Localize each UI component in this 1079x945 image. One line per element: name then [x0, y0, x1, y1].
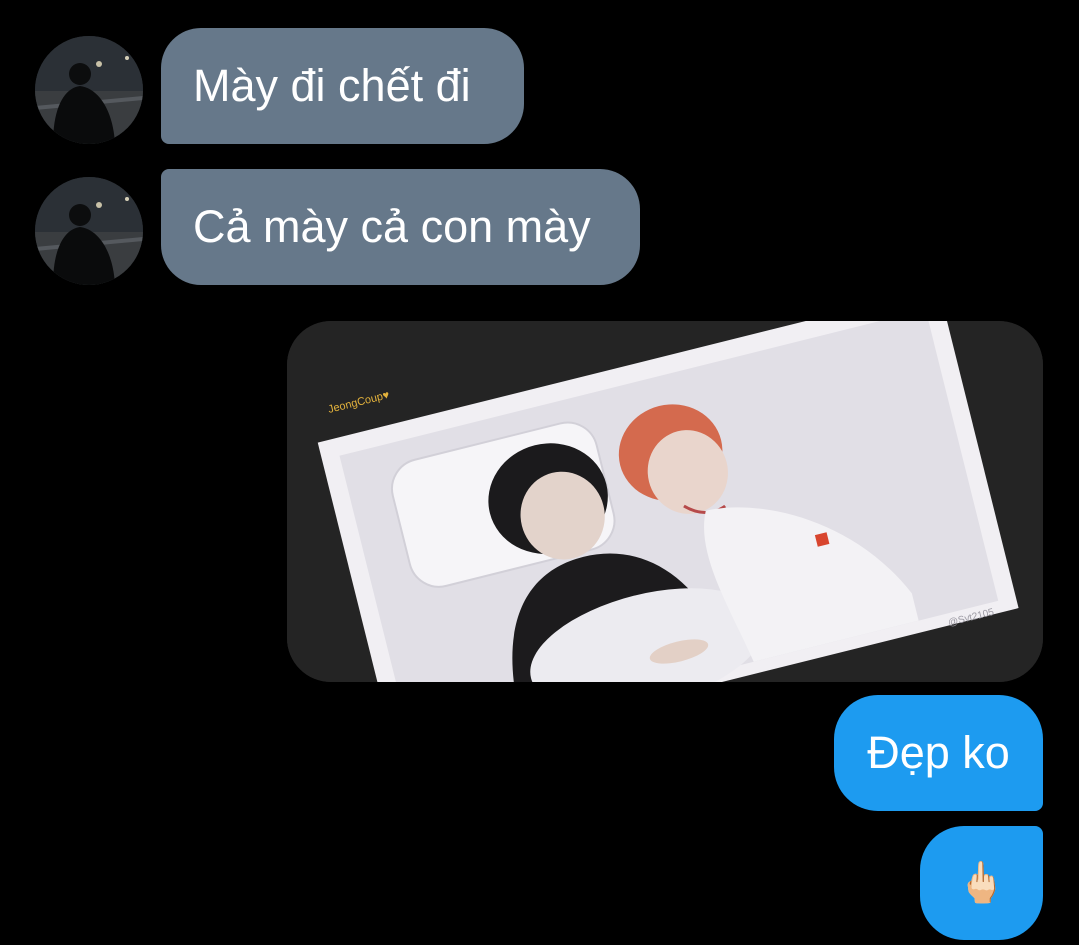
message-bubble-outgoing[interactable]: Đẹp ko	[834, 695, 1043, 811]
emoji-message: 🖕🏻	[956, 861, 1007, 905]
avatar-photo	[35, 177, 143, 285]
message-bubble-incoming[interactable]: Mày đi chết đi	[161, 28, 524, 144]
photo-message[interactable]: JeongCoup♥ @Svt2105	[287, 321, 1043, 682]
sender-avatar[interactable]	[35, 177, 143, 285]
message-bubble-outgoing[interactable]: 🖕🏻	[920, 826, 1043, 940]
message-bubble-incoming[interactable]: Cả mày cả con mày	[161, 169, 640, 285]
message-text: Đẹp ko	[867, 727, 1010, 778]
shared-photo: JeongCoup♥ @Svt2105	[287, 321, 1043, 682]
sender-avatar[interactable]	[35, 36, 143, 144]
message-text: Cả mày cả con mày	[193, 201, 591, 252]
message-text: Mày đi chết đi	[193, 60, 471, 111]
avatar-photo	[35, 36, 143, 144]
